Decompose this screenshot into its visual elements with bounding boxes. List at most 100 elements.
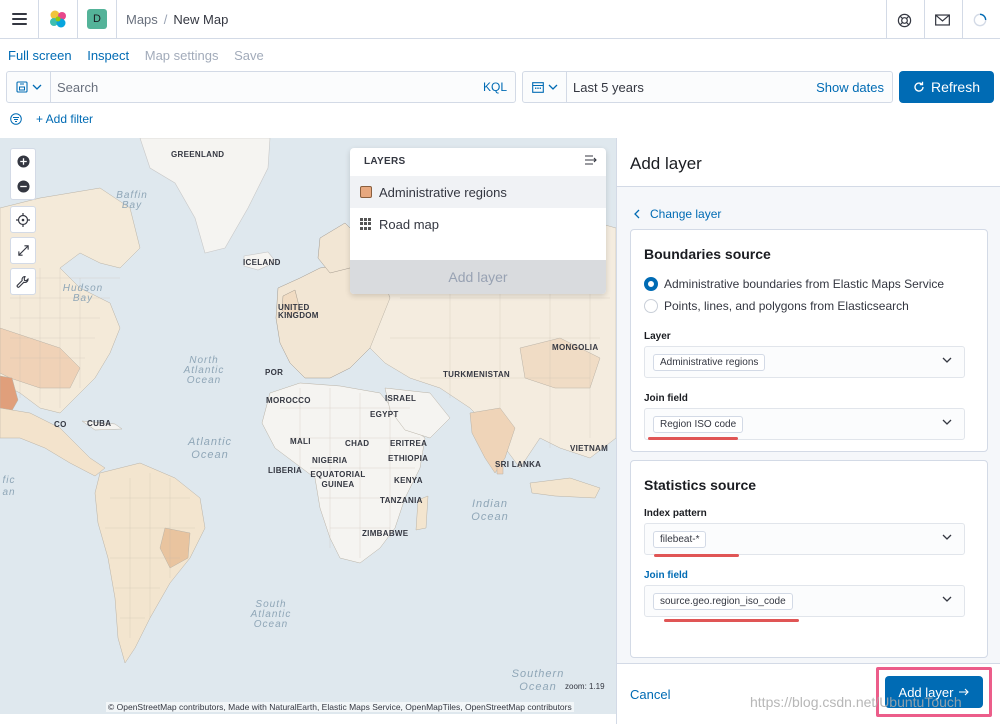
add-filter-link[interactable]: + Add filter [36,112,93,126]
chevron-down-icon [942,419,952,425]
fit-controls [10,237,36,264]
cancel-button[interactable]: Cancel [630,687,670,702]
header-divider [962,0,963,39]
join-field-label: Join field [644,393,688,404]
map-canvas[interactable]: GREENLAND ICELAND UNITED KINGDOM POR MOR… [0,138,616,714]
map-label-tanzania: TANZANIA [380,496,423,505]
map-label-cuba: CUBA [87,419,112,428]
radio-label: Points, lines, and polygons from Elastic… [664,299,909,313]
zoom-out-button[interactable] [11,174,35,199]
layer-field-label: Layer [644,331,671,342]
statistics-join-field-select[interactable]: source.geo.region_iso_code [644,585,965,617]
zoom-in-button[interactable] [11,149,35,174]
index-pattern-value: filebeat-* [653,531,707,548]
query-bar: Search KQL [6,71,516,103]
add-layer-button-disabled[interactable]: Add layer [350,260,606,294]
kql-toggle[interactable]: KQL [483,80,507,94]
header-divider [886,0,887,39]
map-label-ethiopia: ETHIOPIA [388,454,429,463]
map-label-mongolia: MONGOLIA [552,343,599,352]
layers-panel: LAYERS Administrative regions Road map A… [350,148,606,294]
map-attribution: © OpenStreetMap contributors, Made with … [106,702,574,712]
index-pattern-select[interactable]: filebeat-* [644,523,965,555]
radio-ems-boundaries[interactable]: Administrative boundaries from Elastic M… [644,277,944,291]
statistics-source-title: Statistics source [644,477,757,493]
chevron-down-icon [942,596,952,602]
quick-select-button[interactable] [523,72,567,102]
filter-options-icon[interactable] [10,113,22,125]
statistics-join-field-label: Join field [644,570,688,581]
layer-item-label: Road map [379,216,439,232]
mail-icon[interactable] [933,11,951,29]
chevron-down-icon [32,84,41,90]
filter-row: + Add filter [10,112,93,126]
refresh-button[interactable]: Refresh [899,71,994,103]
plus-circle-icon [16,155,30,168]
tools-button[interactable] [11,269,35,294]
layer-item-road-map[interactable]: Road map [350,208,606,240]
breadcrumb: Maps / New Map [126,12,228,27]
map-label-eritrea: ERITREA [390,439,428,448]
fit-to-data-button[interactable] [11,238,35,263]
map-label-pacific-fragment: fic an [2,475,16,498]
boundaries-join-field-select[interactable]: Region ISO code [644,408,965,440]
save-link[interactable]: Save [234,48,264,63]
space-avatar[interactable]: D [87,9,107,29]
expand-icon [17,245,29,256]
map-label-hudson-bay: Hudson Bay [62,283,104,304]
layers-heading: LAYERS [364,156,406,167]
breadcrumb-separator: / [163,12,168,27]
map-label-iceland: ICELAND [243,258,281,267]
annotation-underline [648,437,738,440]
map-label-chad: CHAD [345,439,370,448]
map-label-turkmenistan: TURKMENISTAN [443,370,511,379]
inspect-link[interactable]: Inspect [87,48,129,63]
layer-item-administrative-regions[interactable]: Administrative regions [350,176,606,208]
map-label-baffin-bay: Baffin Bay [116,190,148,211]
map-label-north-atlantic: North Atlantic Ocean [183,355,225,386]
map-label-southern-ocean: Southern Ocean [511,668,565,693]
statistics-join-field-value: source.geo.region_iso_code [653,593,793,610]
tile-layer-icon [360,218,372,230]
saved-query-button[interactable] [7,72,51,102]
map-label-greenland: GREENLAND [171,150,225,159]
refresh-icon [914,81,924,92]
boundaries-source-title: Boundaries source [644,246,771,262]
chevron-left-icon [634,209,640,219]
map-label-kenya: KENYA [394,476,423,485]
map-label-egypt: EGYPT [370,410,399,419]
search-input[interactable]: Search [57,80,98,95]
map-label-indian-ocean: Indian Ocean [471,498,509,523]
header-divider [77,0,78,39]
change-layer-label: Change layer [650,207,722,221]
refresh-label: Refresh [930,79,981,95]
layer-item-label: Administrative regions [379,184,507,200]
map-label-south-atlantic: South Atlantic Ocean [250,599,292,630]
chevron-down-icon [942,357,952,363]
chevron-down-icon [548,84,557,90]
date-range-text[interactable]: Last 5 years [573,80,644,95]
top-nav: Full screen Inspect Map settings Save [8,48,276,63]
header-divider [38,0,39,39]
map-label-atlantic: Atlantic Ocean [187,436,233,461]
breadcrumb-maps[interactable]: Maps [126,12,158,27]
map-label-israel: ISRAEL [385,394,417,403]
elastic-logo-icon[interactable] [48,9,68,29]
zoom-level: zoom: 1.19 [565,682,605,691]
boundaries-source-card: Boundaries source Administrative boundar… [630,229,988,452]
map-label-liberia: LIBERIA [268,466,303,475]
radio-label: Administrative boundaries from Elastic M… [664,277,945,291]
collapse-panel-icon[interactable] [585,154,598,168]
menu-icon[interactable] [12,13,27,25]
set-view-button[interactable] [11,207,35,232]
map-label-equatorial-guinea: EQUATORIAL GUINEA [310,470,366,489]
map-settings-link[interactable]: Map settings [145,48,219,63]
layer-select[interactable]: Administrative regions [644,346,965,378]
help-icon[interactable] [895,11,913,29]
radio-elasticsearch-shapes[interactable]: Points, lines, and polygons from Elastic… [644,299,909,313]
change-layer-link[interactable]: Change layer [633,207,721,221]
full-screen-link[interactable]: Full screen [8,48,72,63]
date-picker: Last 5 years Show dates [522,71,893,103]
show-dates-link[interactable]: Show dates [816,80,884,95]
draw-tools [10,206,36,233]
